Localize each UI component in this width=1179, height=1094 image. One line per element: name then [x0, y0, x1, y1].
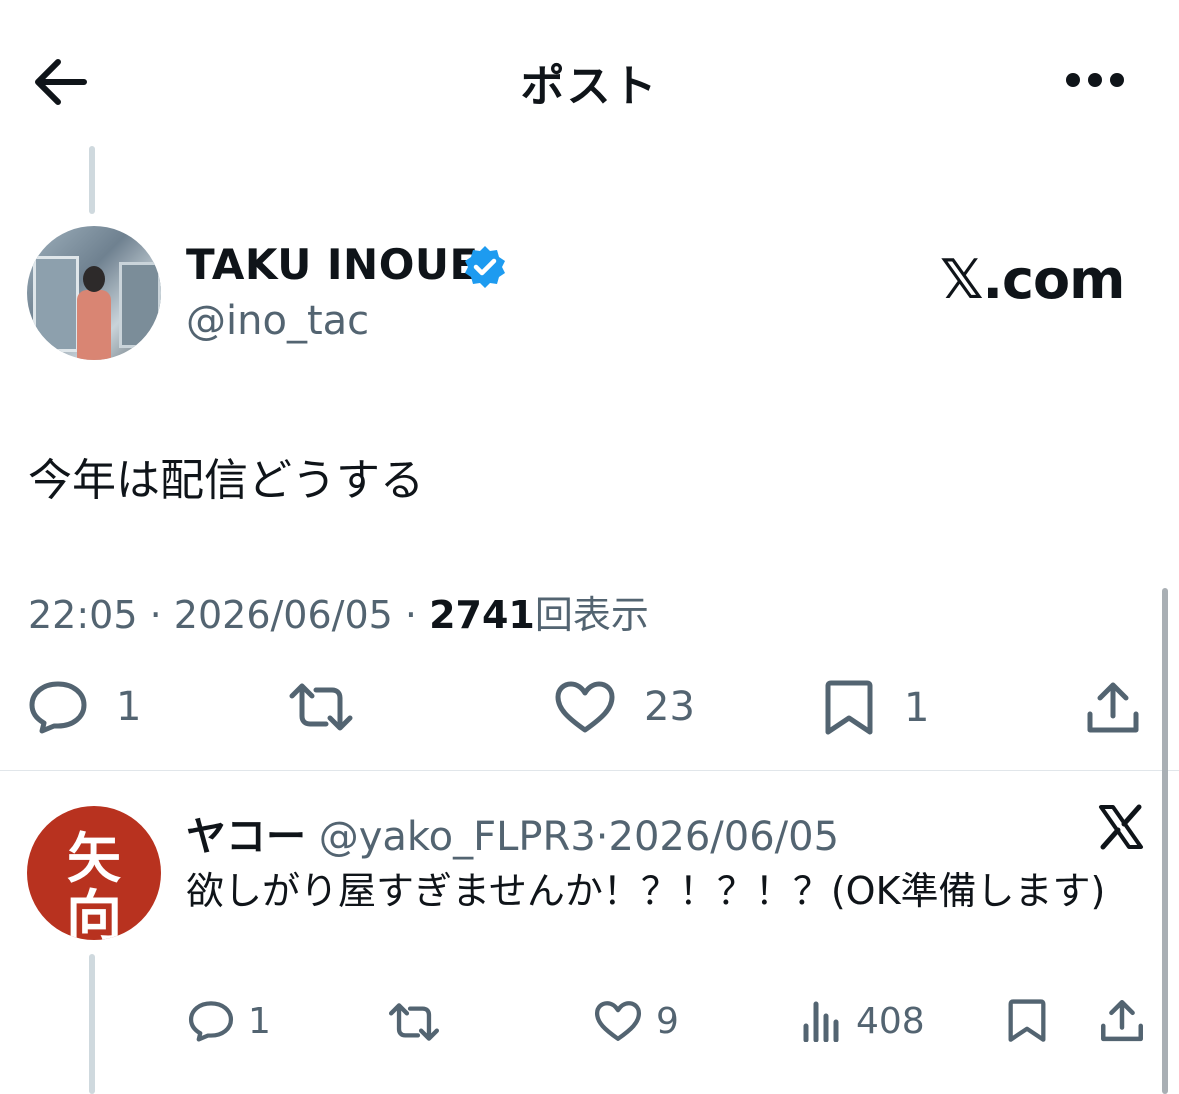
reply-bookmark-button[interactable] [1006, 998, 1048, 1044]
reply-like-count: 9 [656, 1000, 679, 1042]
avatar-photo-part [119, 262, 161, 348]
meta-separator: · [595, 814, 609, 860]
author-name[interactable]: TAKU INOUE [186, 240, 479, 289]
post-time[interactable]: 22:05 [28, 593, 138, 637]
page-title: ポスト [520, 61, 659, 112]
reply-author-avatar[interactable]: 矢 向 [27, 806, 161, 940]
avatar-photo-part [83, 266, 105, 292]
avatar-photo-part [77, 290, 111, 360]
like-count: 23 [644, 684, 695, 730]
repost-icon [289, 683, 353, 731]
divider [0, 770, 1179, 771]
more-button[interactable] [1064, 70, 1126, 90]
repost-button[interactable] [288, 682, 354, 732]
reply-header: ヤコー @yako_FLPR3·2026/06/05 [186, 804, 839, 862]
bookmark-icon [1008, 999, 1046, 1042]
post-meta: 22:05 · 2026/06/05 · 2741回表示 [28, 584, 649, 639]
reply-icon [29, 681, 87, 734]
reply-repost-button[interactable] [388, 1002, 440, 1042]
analytics-icon [803, 1001, 839, 1042]
reply-date[interactable]: 2026/06/05 [609, 814, 840, 860]
avatar-photo-part [33, 256, 79, 352]
verified-badge-icon [462, 244, 508, 290]
reply-count: 1 [116, 684, 142, 730]
x-com-watermark: 𝕏.com [940, 248, 1125, 311]
repost-icon [388, 1003, 440, 1041]
views-label: 回表示 [534, 593, 649, 637]
reply-author-handle[interactable]: @yako_FLPR3 [319, 814, 596, 860]
heart-icon [555, 681, 615, 733]
post-date[interactable]: 2026/06/05 [174, 593, 393, 637]
share-icon [1101, 1000, 1143, 1042]
reply-button[interactable]: 1 [28, 680, 141, 734]
post-text: 今年は配信どうする [28, 455, 424, 506]
share-icon [1087, 682, 1139, 733]
share-button[interactable] [1086, 680, 1140, 736]
reply-icon [188, 1001, 234, 1042]
meta-separator: · [149, 593, 162, 637]
author-handle[interactable]: @ino_tac [186, 298, 369, 344]
views-count: 2741 [429, 593, 535, 637]
avatar-kanji-bottom: 向 [66, 884, 122, 940]
reply-author-name[interactable]: ヤコー [186, 814, 306, 860]
meta-separator: · [404, 593, 418, 637]
bookmark-icon [825, 680, 873, 735]
scrollbar[interactable] [1162, 588, 1168, 1094]
author-avatar[interactable] [27, 226, 161, 360]
reply-text: 欲しがり屋すぎませんか！？！？！？(OK準備します) [186, 869, 1106, 913]
reply-share-button[interactable] [1100, 998, 1144, 1044]
bookmark-button[interactable]: 1 [822, 680, 929, 736]
bookmark-count: 1 [904, 685, 930, 731]
more-horizontal-icon [1066, 73, 1124, 87]
reply-reply-count: 1 [248, 1000, 271, 1042]
like-button[interactable]: 23 [554, 680, 695, 734]
reply-reply-button[interactable]: 1 [188, 1000, 271, 1042]
thread-line [89, 146, 95, 214]
x-logo-icon [1098, 804, 1144, 850]
thread-line [89, 954, 95, 1094]
heart-icon [594, 1001, 642, 1041]
reply-views-count: 408 [856, 1000, 925, 1042]
reply-like-button[interactable]: 9 [594, 1000, 679, 1042]
reply-views-button[interactable]: 408 [802, 1000, 925, 1042]
